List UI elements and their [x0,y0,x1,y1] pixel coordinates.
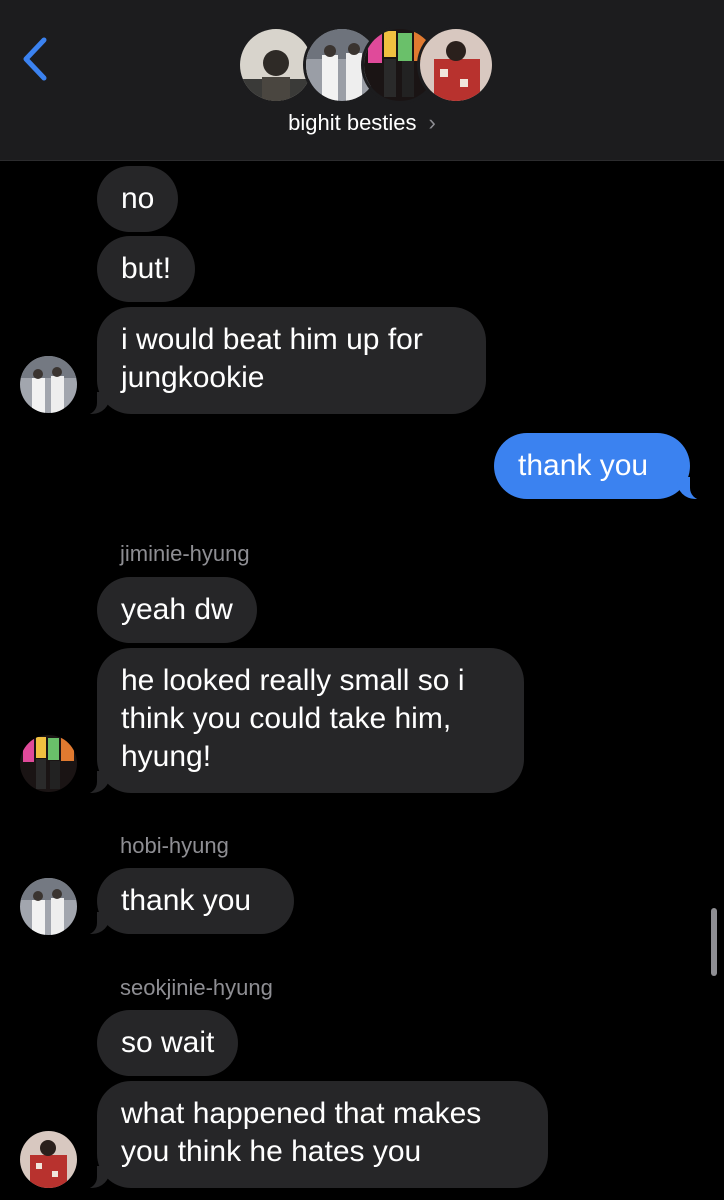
message-text: he looked really small so i think you co… [121,664,465,773]
message-list: no but! i would beat him up for jungkook… [0,161,724,1200]
message-bubble[interactable]: so wait [97,1010,239,1076]
message-text: thank you [518,449,649,482]
message-text: but! [121,252,172,285]
message-bubble[interactable]: thank you [75,868,294,935]
conversation-header: bighit besties › [0,0,724,161]
message-text: what happened that makes you think he ha… [121,1097,482,1168]
message-bubble[interactable]: no [97,166,179,232]
message-bubble[interactable]: but! [97,236,196,302]
message-text: i would beat him up for jungkookie [121,323,423,394]
message-bubble[interactable]: yeah dw [97,577,257,643]
message-bubble[interactable]: he looked really small so i think you co… [75,648,524,794]
message-text: no [121,182,155,215]
sender-avatar[interactable] [20,735,77,792]
scrollbar[interactable] [711,908,717,976]
sender-avatar[interactable] [20,356,77,413]
group-name[interactable]: bighit besties › [0,110,724,136]
sender-avatar[interactable] [20,1131,77,1188]
group-name-label: bighit besties [288,110,417,135]
member-avatar [417,26,495,104]
chevron-right-icon: › [428,110,436,135]
chevron-left-icon [23,37,47,81]
sender-name: hobi-hyung [120,833,229,858]
message-bubble[interactable]: thank you [494,433,712,500]
sender-avatar[interactable] [20,878,77,935]
group-avatars[interactable] [237,26,495,106]
message-text: thank you [121,884,252,917]
message-bubble[interactable]: i would beat him up for jungkookie [75,307,486,415]
back-button[interactable] [18,34,58,84]
message-text: yeah dw [121,593,233,626]
sender-name: seokjinie-hyung [120,975,273,1000]
sender-name: jiminie-hyung [120,541,250,566]
message-text: so wait [121,1026,215,1059]
message-bubble[interactable]: what happened that makes you think he ha… [75,1081,548,1189]
